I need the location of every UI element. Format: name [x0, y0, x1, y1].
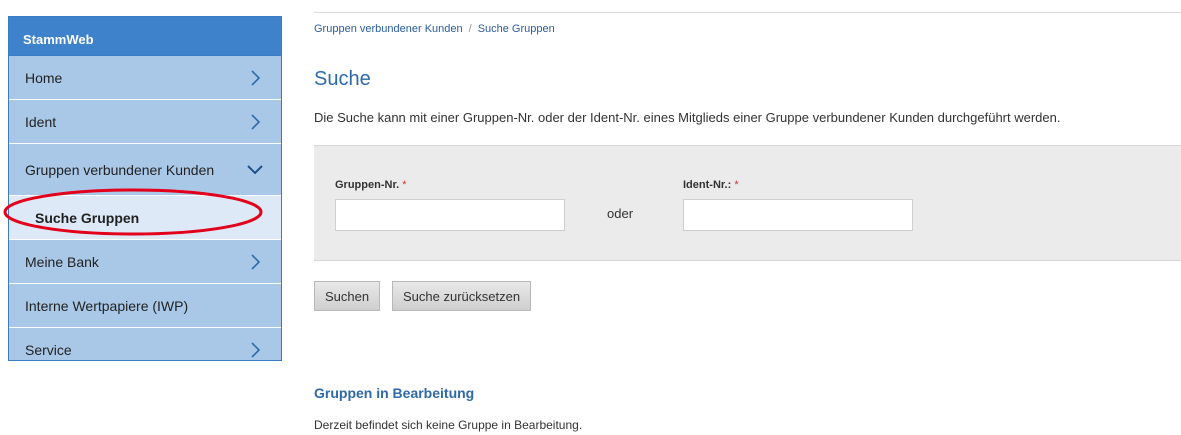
sidebar-item-gruppen[interactable]: Gruppen verbundener Kunden	[9, 144, 281, 196]
sidebar-item-iwp[interactable]: Interne Wertpapiere (IWP)	[9, 284, 281, 328]
required-mark: *	[402, 179, 407, 191]
sidebar-item-service[interactable]: Service	[9, 328, 281, 372]
sidebar: StammWeb Home Ident Gruppen verbundener …	[8, 16, 282, 361]
reset-search-button[interactable]: Suche zurücksetzen	[392, 281, 532, 311]
sidebar-item-label: Meine Bank	[25, 253, 99, 270]
sidebar-item-ident[interactable]: Ident	[9, 100, 281, 144]
search-form-panel: Gruppen-Nr. * oder Ident-Nr.: *	[314, 145, 1181, 261]
section-text: Derzeit befindet sich keine Gruppe in Be…	[314, 418, 583, 432]
sidebar-item-label: Suche Gruppen	[35, 209, 140, 226]
sidebar-item-label: Gruppen verbundener Kunden	[25, 161, 215, 178]
gruppen-nr-input[interactable]	[335, 199, 565, 231]
chevron-right-icon	[251, 342, 261, 358]
breadcrumb-separator: /	[468, 23, 472, 35]
sidebar-item-home[interactable]: Home	[9, 56, 281, 100]
ident-nr-label-text: Ident-Nr.:	[683, 179, 732, 191]
ident-nr-label: Ident-Nr.: *	[683, 179, 739, 191]
breadcrumb-current[interactable]: Suche Gruppen	[478, 23, 555, 35]
breadcrumb: Gruppen verbundener Kunden / Suche Gruppen	[314, 23, 555, 35]
oder-text: oder	[607, 206, 634, 221]
sidebar-subitem-suche-gruppen[interactable]: Suche Gruppen	[9, 196, 281, 240]
sidebar-item-label: Home	[25, 69, 63, 86]
sidebar-item-label: Ident	[25, 113, 57, 130]
ident-nr-input[interactable]	[683, 199, 913, 231]
gruppen-nr-label-text: Gruppen-Nr.	[335, 179, 400, 191]
search-button[interactable]: Suchen	[314, 281, 381, 311]
intro-text: Die Suche kann mit einer Gruppen-Nr. ode…	[314, 110, 1061, 125]
breadcrumb-parent-link[interactable]: Gruppen verbundener Kunden	[314, 23, 463, 35]
sidebar-item-label: Service	[25, 342, 72, 358]
chevron-right-icon	[251, 70, 261, 86]
sidebar-title: StammWeb	[9, 17, 281, 56]
page-title: Suche	[314, 68, 371, 90]
required-mark: *	[734, 179, 739, 191]
sidebar-item-meine-bank[interactable]: Meine Bank	[9, 240, 281, 284]
gruppen-nr-label: Gruppen-Nr. *	[335, 179, 407, 191]
chevron-right-icon	[251, 114, 261, 130]
section-title: Gruppen in Bearbeitung	[314, 385, 475, 401]
chevron-down-icon	[247, 165, 263, 175]
chevron-right-icon	[251, 254, 261, 270]
top-divider	[314, 12, 1181, 13]
sidebar-item-label: Interne Wertpapiere (IWP)	[25, 297, 189, 314]
